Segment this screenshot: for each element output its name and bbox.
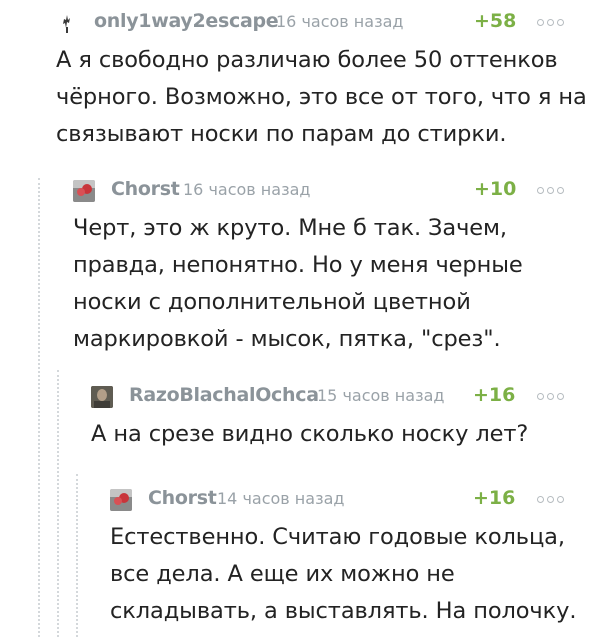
author-name[interactable]: only1way2escape xyxy=(94,10,279,32)
avatar[interactable] xyxy=(110,489,132,511)
thread-line-level-1 xyxy=(38,178,40,637)
comment-text-line: А на срезе видно сколько носку лет? xyxy=(91,421,529,447)
comment-header: only1way2escape 16 часов назад +58 xyxy=(56,10,590,38)
more-options-icon[interactable] xyxy=(537,496,564,503)
comment-rating: +58 xyxy=(474,10,517,32)
thread-line-level-3 xyxy=(76,474,78,637)
comment-rating: +16 xyxy=(473,384,516,406)
comment-rating: +10 xyxy=(474,178,517,200)
comment-text-line: правда, непонятно. Но у меня черные xyxy=(73,252,523,278)
comment: Chorst 14 часов назад +16 Естественно. С… xyxy=(110,487,590,630)
comment: RazoBlachalOchca 15 часов назад +16 А на… xyxy=(91,384,590,453)
comment-text-line: все дела. А еще их можно не xyxy=(110,561,455,587)
comment: Chorst 16 часов назад +10 Черт, это ж кр… xyxy=(73,178,590,358)
more-options-icon[interactable] xyxy=(537,187,564,194)
comment-time: 16 часов назад xyxy=(276,12,404,31)
comment-text: А я свободно различаю более 50 оттенков … xyxy=(56,42,590,153)
comment-text-line: Черт, это ж круто. Мне б так. Зачем, xyxy=(73,215,507,241)
comment: only1way2escape 16 часов назад +58 А я с… xyxy=(56,10,590,153)
avatar[interactable] xyxy=(91,386,113,408)
comment-rating: +16 xyxy=(473,487,516,509)
comment-header: Chorst 14 часов назад +16 xyxy=(110,487,590,515)
comment-text-line: носки с дополнительной цветной xyxy=(73,289,471,315)
comment-time: 16 часов назад xyxy=(183,180,311,199)
comment-text-line: А я свободно различаю более 50 оттенков xyxy=(56,47,558,73)
comment-text-line: связывают носки по парам до стирки. xyxy=(56,121,507,147)
comment-text-line: Естественно. Считаю годовые кольца, xyxy=(110,524,565,550)
comment-text-line: маркировкой - мысок, пятка, "срез". xyxy=(73,326,501,352)
more-options-icon[interactable] xyxy=(537,19,564,26)
comment-time: 14 часов назад xyxy=(217,489,345,508)
comment-text: Естественно. Считаю годовые кольца, все … xyxy=(110,519,590,630)
comment-text-line: складывать, а выставлять. На полочку. xyxy=(110,598,577,624)
avatar[interactable] xyxy=(56,12,78,34)
author-name[interactable]: Chorst xyxy=(148,487,217,509)
author-name[interactable]: RazoBlachalOchca xyxy=(129,384,319,406)
comment-text: Черт, это ж круто. Мне б так. Зачем, пра… xyxy=(73,210,590,358)
comment-header: Chorst 16 часов назад +10 xyxy=(73,178,590,206)
avatar[interactable] xyxy=(73,180,95,202)
comment-time: 15 часов назад xyxy=(317,386,445,405)
more-options-icon[interactable] xyxy=(537,393,564,400)
comment-header: RazoBlachalOchca 15 часов назад +16 xyxy=(91,384,590,412)
comment-text: А на срезе видно сколько носку лет? xyxy=(91,416,590,453)
author-name[interactable]: Chorst xyxy=(111,178,180,200)
comment-text-line: чёрного. Возможно, это все от того, что … xyxy=(56,84,587,110)
thread-line-level-2 xyxy=(57,370,59,637)
